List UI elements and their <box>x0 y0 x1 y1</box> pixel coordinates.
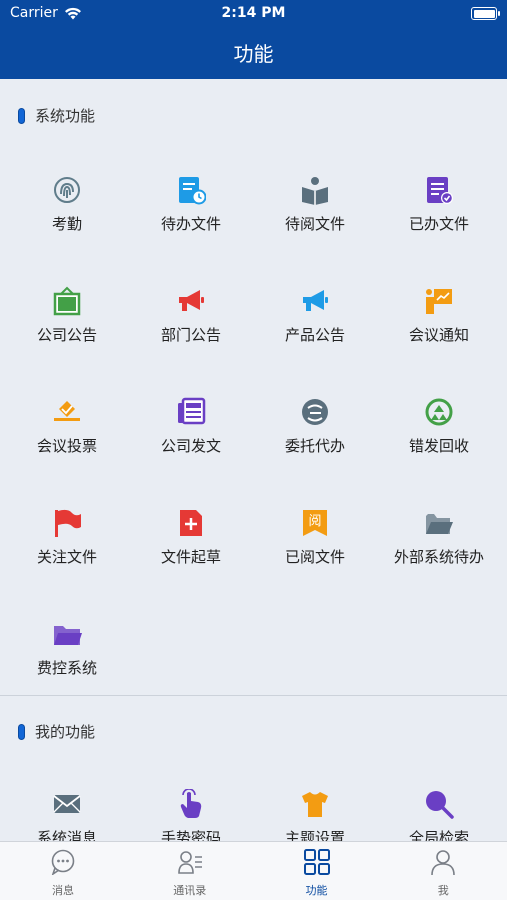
section-title-my: 我的功能 <box>18 721 95 742</box>
recycle-icon <box>425 398 453 426</box>
folder-icon <box>54 626 82 645</box>
function-item[interactable]: 主题设置 <box>252 789 378 841</box>
grid-icon <box>303 849 330 875</box>
status-bar: Carrier 2:14 PM <box>0 0 507 28</box>
chat-icon <box>51 849 75 875</box>
function-item-label: 全局检索 <box>408 829 469 841</box>
function-item[interactable]: 公司公告 <box>4 286 130 396</box>
function-item-label: 待阅文件 <box>284 215 345 233</box>
tab-chat[interactable]: 消息 <box>0 842 126 900</box>
function-item[interactable]: 待办文件 <box>128 175 254 285</box>
section-marker <box>18 107 25 124</box>
envelope-icon <box>53 795 81 813</box>
tab-contacts[interactable]: 通讯录 <box>127 842 253 900</box>
function-item[interactable]: 委托代办 <box>252 397 378 507</box>
flag-icon <box>55 509 81 537</box>
pending-file-icon <box>179 177 206 205</box>
tab-label: 我 <box>437 884 449 897</box>
function-item[interactable]: 会议投票 <box>4 397 130 507</box>
function-item[interactable]: 考勤 <box>4 175 130 285</box>
ballot-icon <box>54 401 80 421</box>
function-item[interactable]: 阅已阅文件 <box>252 508 378 618</box>
function-item[interactable]: 外部系统待办 <box>376 508 502 618</box>
function-item[interactable]: 产品公告 <box>252 286 378 396</box>
notice-board-icon <box>53 286 81 316</box>
contacts-icon <box>177 851 202 874</box>
function-item[interactable]: 会议通知 <box>376 286 502 396</box>
page-title: 功能 <box>233 42 274 66</box>
section-title-text: 系统功能 <box>35 107 96 125</box>
function-item-label: 已阅文件 <box>284 548 345 566</box>
function-item-label: 文件起草 <box>160 548 221 566</box>
presentation-icon <box>426 289 452 314</box>
tshirt-icon <box>302 792 328 817</box>
tab-user[interactable]: 我 <box>380 842 506 900</box>
function-item-label: 错发回收 <box>408 437 469 455</box>
battery-icon <box>471 7 500 20</box>
tab-grid[interactable]: 功能 <box>254 842 380 900</box>
function-item[interactable]: 错发回收 <box>376 397 502 507</box>
search-icon <box>426 791 454 819</box>
newspaper-icon <box>178 397 206 425</box>
user-icon <box>431 850 456 875</box>
gesture-icon <box>180 789 202 818</box>
function-item-label: 会议通知 <box>408 326 469 344</box>
function-item[interactable]: 手势密码 <box>128 789 254 841</box>
function-item[interactable]: 部门公告 <box>128 286 254 396</box>
delegate-icon <box>302 399 328 425</box>
function-item-label: 委托代办 <box>284 437 345 455</box>
read-mark-icon: 阅 <box>303 510 327 536</box>
function-item-label: 关注文件 <box>36 548 97 566</box>
function-item-label: 会议投票 <box>36 437 97 455</box>
function-item[interactable]: 全局检索 <box>376 789 502 841</box>
function-item[interactable]: 公司发文 <box>128 397 254 507</box>
function-item[interactable]: 文件起草 <box>128 508 254 618</box>
function-item-label: 系统消息 <box>36 829 97 841</box>
function-item-label: 外部系统待办 <box>393 548 484 566</box>
function-item-label: 手势密码 <box>160 829 221 841</box>
function-item[interactable]: 关注文件 <box>4 508 130 618</box>
new-file-icon <box>180 510 202 536</box>
fingerprint-icon <box>54 177 80 203</box>
done-document-icon <box>427 177 453 204</box>
folder-open-icon <box>426 514 453 534</box>
tab-label: 通讯录 <box>173 884 207 897</box>
function-item-label: 产品公告 <box>284 326 345 344</box>
function-item[interactable]: 待阅文件 <box>252 175 378 285</box>
reading-book-icon <box>302 177 328 205</box>
function-item-label: 费控系统 <box>36 659 97 677</box>
tab-bar: 消息 通讯录 功能 我 <box>0 841 507 900</box>
function-item-label: 主题设置 <box>284 829 345 841</box>
function-item[interactable]: 费控系统 <box>4 619 130 729</box>
function-item-label: 部门公告 <box>160 326 221 344</box>
function-item-label: 考勤 <box>51 215 82 233</box>
function-item-label: 公司发文 <box>160 437 221 455</box>
section-marker <box>18 723 25 740</box>
icon-glyph: 阅 <box>308 514 321 529</box>
megaphone-icon <box>303 290 328 311</box>
app-header: Carrier 2:14 PM 功能 <box>0 0 507 79</box>
section-title-text: 我的功能 <box>35 723 96 741</box>
clock: 2:14 PM <box>221 5 286 21</box>
function-item[interactable]: 系统消息 <box>4 789 130 841</box>
megaphone-icon <box>179 290 204 311</box>
section-divider <box>0 695 507 696</box>
function-item-label: 公司公告 <box>36 326 97 344</box>
function-item-label: 待办文件 <box>160 215 221 233</box>
function-item[interactable]: 已办文件 <box>376 175 502 285</box>
main-content[interactable]: 系统功能 考勤 待办文件 待阅文件 已办文件公司公告 部门公告 产品公告 会议通知会议投票 公… <box>0 79 507 841</box>
function-item-label: 已办文件 <box>408 215 469 233</box>
tab-label: 消息 <box>52 884 74 897</box>
tab-label: 功能 <box>305 884 328 897</box>
section-title-system: 系统功能 <box>18 105 95 126</box>
